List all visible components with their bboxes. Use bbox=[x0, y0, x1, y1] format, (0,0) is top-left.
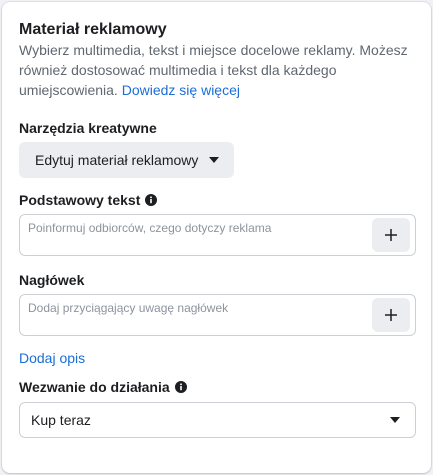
cta-select[interactable]: Kup teraz bbox=[19, 402, 416, 438]
learn-more-link[interactable]: Dowiedz się więcej bbox=[122, 82, 240, 98]
ad-creative-card: Materiał reklamowy Wybierz multimedia, t… bbox=[2, 2, 431, 473]
edit-creative-dropdown-button[interactable]: Edytuj materiał reklamowy bbox=[19, 142, 234, 178]
section-description: Wybierz multimedia, tekst i miejsce doce… bbox=[19, 40, 419, 100]
info-icon[interactable] bbox=[145, 194, 158, 206]
primary-text-label: Podstawowy tekst bbox=[19, 192, 158, 208]
primary-text-field[interactable]: Poinformuj odbiorców, czego dotyczy rekl… bbox=[19, 214, 416, 256]
add-headline-button[interactable] bbox=[372, 298, 410, 332]
cta-label: Wezwanie do działania bbox=[19, 379, 187, 395]
info-icon[interactable] bbox=[174, 381, 187, 393]
headline-field[interactable]: Dodaj przyciągający uwagę nagłówek bbox=[19, 294, 416, 336]
plus-icon bbox=[385, 309, 397, 321]
headline-placeholder: Dodaj przyciągający uwagę nagłówek bbox=[28, 301, 229, 315]
creative-tools-label-text: Narzędzia kreatywne bbox=[19, 120, 157, 136]
caret-down-icon bbox=[390, 417, 400, 423]
section-title: Materiał reklamowy bbox=[19, 21, 167, 38]
add-primary-text-button[interactable] bbox=[372, 218, 410, 252]
primary-text-label-text: Podstawowy tekst bbox=[19, 192, 141, 208]
add-description-link[interactable]: Dodaj opis bbox=[19, 350, 85, 366]
creative-tools-label: Narzędzia kreatywne bbox=[19, 120, 157, 136]
edit-creative-button-label: Edytuj materiał reklamowy bbox=[35, 152, 199, 168]
headline-label-text: Nagłówek bbox=[19, 272, 85, 288]
plus-icon bbox=[385, 229, 397, 241]
headline-label: Nagłówek bbox=[19, 272, 84, 288]
cta-selected-value: Kup teraz bbox=[31, 412, 91, 428]
primary-text-placeholder: Poinformuj odbiorców, czego dotyczy rekl… bbox=[28, 221, 272, 235]
cta-label-text: Wezwanie do działania bbox=[19, 379, 170, 395]
caret-down-icon bbox=[209, 157, 219, 163]
